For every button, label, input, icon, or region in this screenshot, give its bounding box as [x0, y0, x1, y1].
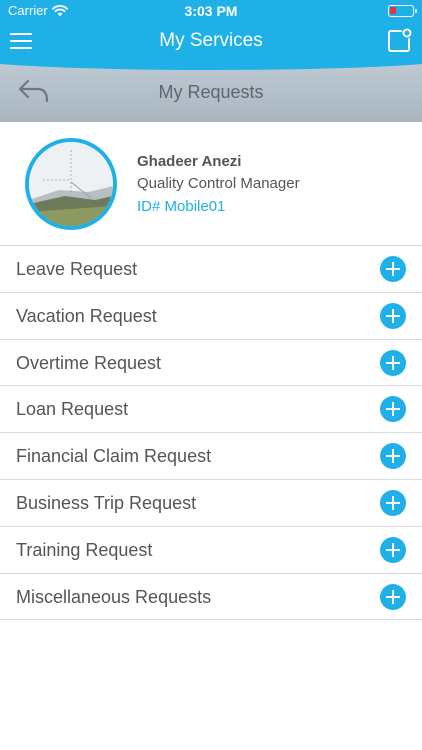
request-item-training[interactable]: Training Request: [0, 527, 422, 574]
request-item-business-trip[interactable]: Business Trip Request: [0, 480, 422, 527]
profile-card: Ghadeer Anezi Quality Control Manager ID…: [0, 122, 422, 246]
request-label: Financial Claim Request: [16, 446, 212, 467]
request-label: Training Request: [16, 539, 153, 560]
plus-circle-icon[interactable]: [380, 302, 406, 329]
profile-id: ID# Mobile01: [137, 198, 226, 215]
avatar: [25, 138, 117, 230]
plus-circle-icon[interactable]: [380, 349, 406, 376]
plus-circle-icon[interactable]: [380, 536, 406, 563]
page-title: My Requests: [158, 82, 264, 102]
request-label: Vacation Request: [16, 305, 157, 326]
nav-curve: [0, 58, 422, 70]
request-label: Overtime Request: [16, 352, 162, 373]
request-item-vacation[interactable]: Vacation Request: [0, 293, 422, 340]
plus-circle-icon[interactable]: [380, 396, 406, 423]
request-item-loan[interactable]: Loan Request: [0, 386, 422, 434]
plus-circle-icon[interactable]: [380, 443, 406, 470]
status-time: 3:03 PM: [184, 3, 238, 19]
request-item-financial-claim[interactable]: Financial Claim Request: [0, 433, 422, 480]
profile-role: Quality Control Manager: [137, 175, 300, 192]
status-bar: Carrier 3:03 PM: [0, 0, 422, 22]
request-item-overtime[interactable]: Overtime Request: [0, 340, 422, 387]
request-list: Leave Request Vacation Request Overtime …: [0, 246, 422, 621]
battery-level: [390, 7, 396, 14]
avatar-image: [29, 142, 113, 226]
request-label: Business Trip Request: [16, 492, 197, 513]
request-label: Leave Request: [16, 259, 138, 279]
battery-icon: [388, 5, 417, 17]
request-item-miscellaneous[interactable]: Miscellaneous Requests: [0, 574, 422, 621]
plus-circle-icon[interactable]: [380, 256, 406, 282]
nav-title: My Services: [159, 30, 263, 51]
request-item-leave[interactable]: Leave Request: [0, 246, 422, 293]
new-request-icon[interactable]: [386, 28, 412, 54]
profile-name: Ghadeer Anezi: [137, 153, 242, 170]
plus-circle-icon[interactable]: [380, 489, 406, 516]
request-label: Loan Request: [16, 399, 129, 420]
plus-circle-icon[interactable]: [380, 583, 406, 610]
request-label: Miscellaneous Requests: [16, 586, 212, 607]
